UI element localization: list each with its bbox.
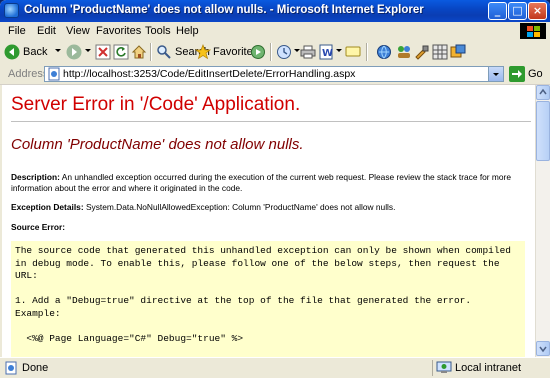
chevron-up-icon bbox=[539, 88, 547, 95]
exception-text: System.Data.NoNullAllowedException: Colu… bbox=[85, 202, 396, 212]
discuss-icon[interactable] bbox=[345, 44, 361, 60]
intranet-zone-icon bbox=[436, 361, 452, 373]
toolbar-separator bbox=[270, 43, 272, 61]
chevron-down-icon bbox=[493, 73, 499, 76]
go-label: Go bbox=[528, 68, 543, 80]
description-text-line2: information about the error and where it… bbox=[11, 183, 243, 193]
forward-arrow-icon[interactable] bbox=[66, 44, 82, 60]
maximize-button[interactable]: □ bbox=[508, 2, 527, 20]
go-arrow-icon bbox=[509, 66, 525, 82]
code-line: The source code that generated this unha… bbox=[15, 245, 511, 256]
status-bar: Done Local intranet bbox=[0, 357, 550, 378]
chevron-down-icon bbox=[539, 346, 547, 353]
page-icon bbox=[48, 67, 60, 81]
page-done-icon bbox=[5, 361, 17, 375]
svg-text:W: W bbox=[322, 48, 333, 59]
description-text: An unhandled exception occurred during t… bbox=[61, 172, 511, 182]
code-line: 1. Add a "Debug=true" directive at the t… bbox=[15, 295, 472, 306]
code-line: Example: bbox=[15, 307, 61, 319]
page-heading: Server Error in '/Code' Application. bbox=[11, 94, 301, 115]
exception-details: Exception Details: System.Data.NoNullAll… bbox=[11, 202, 521, 213]
code-line: in debug mode. To enable this, please fo… bbox=[15, 257, 500, 269]
menu-tools[interactable]: Tools bbox=[145, 25, 171, 37]
forward-dropdown-icon[interactable] bbox=[85, 49, 91, 52]
stop-icon[interactable] bbox=[95, 44, 111, 60]
status-text: Done bbox=[22, 362, 49, 374]
grid-tool-icon[interactable] bbox=[432, 44, 448, 60]
home-icon[interactable] bbox=[131, 44, 147, 60]
address-input[interactable]: http://localhost:3253/Code/EditInsertDel… bbox=[44, 66, 504, 82]
messenger-icon[interactable] bbox=[396, 44, 412, 60]
media-icon[interactable] bbox=[250, 44, 266, 60]
edit-dropdown-icon[interactable] bbox=[336, 49, 342, 52]
menu-favorites[interactable]: Favorites bbox=[96, 25, 141, 37]
search-icon bbox=[157, 45, 171, 59]
page-viewport: Server Error in '/Code' Application. Col… bbox=[2, 85, 535, 357]
code-line: URL: bbox=[15, 270, 38, 281]
address-label: Address bbox=[8, 68, 49, 80]
toolbar-separator bbox=[150, 43, 152, 61]
menu-edit[interactable]: Edit bbox=[37, 25, 56, 37]
exception-label: Exception Details: bbox=[11, 202, 84, 212]
menu-view[interactable]: View bbox=[66, 25, 90, 37]
source-error-box: The source code that generated this unha… bbox=[11, 241, 525, 357]
error-title: Column 'ProductName' does not allow null… bbox=[11, 136, 304, 153]
browser-window: Column 'ProductName' does not allow null… bbox=[0, 0, 550, 378]
code-line: <%@ Page Language="C#" Debug="true" %> bbox=[15, 332, 244, 344]
favorites-star-icon bbox=[195, 44, 211, 60]
menu-bar: File Edit View Favorites Tools Help bbox=[0, 22, 550, 41]
history-icon[interactable] bbox=[276, 44, 292, 60]
address-url: http://localhost:3253/Code/EditInsertDel… bbox=[63, 68, 356, 80]
vertical-scrollbar[interactable] bbox=[535, 85, 550, 357]
address-bar: Address http://localhost:3253/Code/EditI… bbox=[0, 64, 550, 85]
print-icon[interactable] bbox=[300, 44, 316, 60]
tool-icon[interactable] bbox=[414, 44, 430, 60]
minimize-button[interactable]: _ bbox=[488, 2, 507, 20]
close-button[interactable]: × bbox=[528, 2, 547, 20]
scroll-thumb[interactable] bbox=[536, 101, 550, 161]
zone-label: Local intranet bbox=[455, 362, 522, 374]
source-error-label: Source Error: bbox=[11, 222, 521, 233]
description-label: Description: bbox=[11, 172, 60, 182]
scroll-up-button[interactable] bbox=[536, 85, 550, 100]
windows-logo-icon bbox=[520, 23, 546, 39]
scroll-down-button[interactable] bbox=[536, 341, 550, 356]
toolbar: Back Search Favorites W bbox=[0, 40, 550, 65]
back-dropdown-icon[interactable] bbox=[55, 49, 61, 52]
back-arrow-icon bbox=[4, 44, 20, 60]
word-edit-icon[interactable]: W bbox=[318, 44, 334, 60]
source-error-heading: Source Error: bbox=[11, 222, 65, 232]
window-title: Column 'ProductName' does not allow null… bbox=[24, 4, 424, 16]
back-label: Back bbox=[23, 46, 48, 58]
menu-help[interactable]: Help bbox=[176, 25, 199, 37]
heading-rule bbox=[11, 121, 531, 122]
ie-icon bbox=[4, 3, 19, 18]
research-globe-icon[interactable] bbox=[376, 44, 392, 60]
title-bar[interactable]: Column 'ProductName' does not allow null… bbox=[0, 0, 550, 22]
toolbar-separator bbox=[366, 43, 368, 61]
menu-file[interactable]: File bbox=[8, 25, 26, 37]
refresh-icon[interactable] bbox=[113, 44, 129, 60]
extension-icon[interactable] bbox=[450, 44, 466, 60]
security-zone: Local intranet bbox=[432, 360, 543, 376]
address-dropdown-button[interactable] bbox=[488, 67, 503, 81]
description-paragraph: Description: An unhandled exception occu… bbox=[11, 172, 521, 194]
